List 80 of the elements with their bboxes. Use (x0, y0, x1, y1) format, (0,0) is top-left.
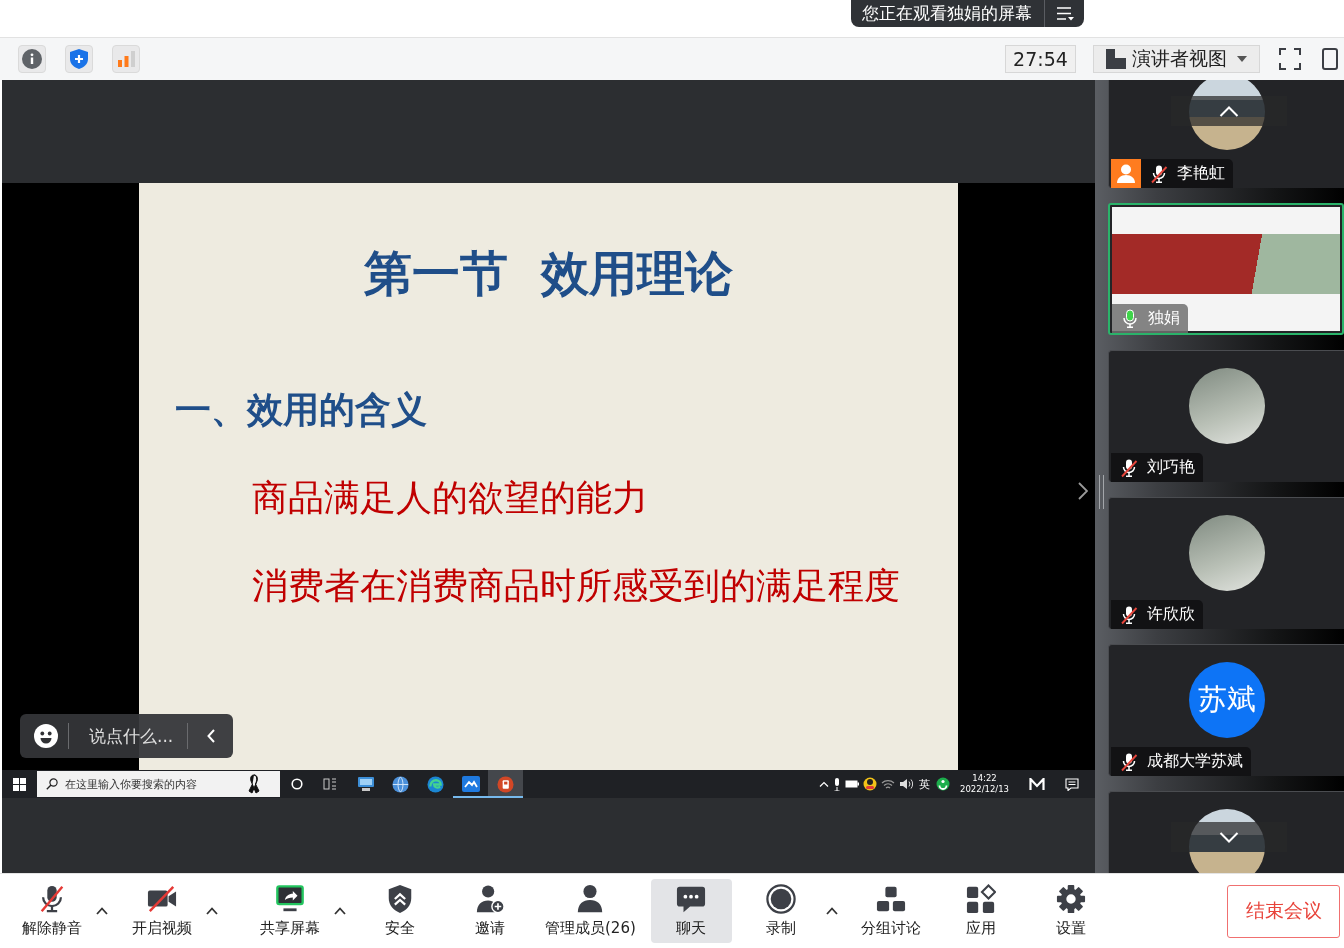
screen-share-icon (274, 884, 305, 914)
signal-bars-icon (117, 51, 135, 67)
four-squares-icon (13, 777, 26, 791)
apps-grid-icon (966, 884, 997, 914)
add-person-icon (474, 884, 505, 914)
taskbar-search-field[interactable]: 在这里输入你要搜索的内容 (37, 771, 280, 797)
info-icon (22, 49, 42, 69)
crossed-camera-icon (146, 884, 177, 914)
start-video-button[interactable]: 开启视频 (121, 879, 202, 943)
wave-tile-icon (461, 776, 480, 792)
ribbon-icon (248, 774, 260, 794)
participant-name: 独娟 (1148, 308, 1180, 329)
chevron-up-icon (1219, 105, 1239, 117)
info-button[interactable] (18, 45, 46, 73)
slide-bullet: 消费者在消费商品时所感受到的满足程度 (252, 564, 901, 608)
window-icon (1322, 48, 1338, 70)
security-button[interactable]: 安全 (359, 879, 440, 943)
chevron-up-icon[interactable] (819, 781, 829, 787)
presentation-icon (497, 775, 514, 793)
share-status-text: 您正在观看独娟的屏幕 (862, 2, 1032, 25)
search-icon (46, 778, 58, 790)
taskbar-time: 14:22 (972, 773, 997, 784)
input-method-indicator[interactable]: 英 (917, 776, 932, 792)
tray-app-icon[interactable] (863, 777, 877, 791)
apps-button[interactable]: 应用 (940, 879, 1022, 943)
task-view-icon (322, 778, 337, 790)
slide-heading: 一、效用的含义 (175, 388, 428, 432)
mic-icon[interactable] (833, 777, 841, 791)
circle-icon (290, 778, 303, 790)
caret-up-icon (96, 907, 108, 915)
security-status-button[interactable] (65, 45, 93, 73)
end-meeting-button[interactable]: 结束会议 (1227, 884, 1340, 938)
taskbar-app-button[interactable] (488, 770, 523, 798)
globe-icon (392, 775, 409, 793)
caret-up-icon (334, 907, 346, 915)
smiley-icon (34, 724, 58, 748)
manage-members-button[interactable]: 管理成员(26) (539, 879, 642, 943)
collapse-panel-button[interactable] (1076, 480, 1090, 502)
device-icon[interactable] (845, 780, 859, 788)
record-button[interactable]: 录制 (740, 879, 822, 943)
chat-input-field[interactable]: 说点什么... (68, 723, 189, 749)
splitter-handle[interactable] (1099, 475, 1104, 509)
breakout-rooms-button[interactable]: 分组讨论 (850, 879, 932, 943)
avatar-initials: 苏斌 (1188, 662, 1265, 738)
view-dropdown[interactable]: 演讲者视图 (1093, 45, 1260, 73)
slide-bullet: 商品满足人的欲望的能力 (252, 476, 649, 520)
share-screen-button[interactable]: 共享屏幕 (249, 879, 330, 943)
participant-name: 刘巧艳 (1147, 457, 1195, 478)
caret-down-icon (1237, 56, 1247, 62)
emoji-button[interactable] (34, 724, 58, 748)
chat-bubble-icon (676, 884, 707, 914)
tray-app-icon[interactable] (936, 777, 950, 791)
chat-button[interactable]: 聊天 (650, 879, 732, 943)
record-icon (766, 884, 797, 914)
participant-name: 李艳虹 (1177, 163, 1225, 184)
meeting-timer: 27:54 (1005, 45, 1076, 73)
unmute-button[interactable]: 解除静音 (11, 879, 92, 943)
settings-icon (1056, 884, 1087, 914)
menu-icon (1055, 6, 1074, 21)
chevron-right-icon (1078, 482, 1088, 500)
monitor-icon (356, 776, 375, 792)
speaker-icon[interactable] (899, 778, 913, 790)
participant-name: 许欣欣 (1147, 604, 1195, 625)
chevron-left-icon (206, 729, 215, 743)
wifi-icon[interactable] (881, 778, 895, 790)
slide-title: 第一节 效用理论 (362, 245, 735, 301)
fullscreen-icon (1279, 48, 1301, 70)
layout-icon (1106, 49, 1126, 69)
chevron-down-icon (1219, 831, 1239, 843)
notification-icon[interactable] (1065, 777, 1079, 791)
invite-button[interactable]: 邀请 (449, 879, 530, 943)
three-squares-icon (876, 884, 907, 914)
shield-plus-icon (70, 49, 88, 69)
taskbar-date: 2022/12/13 (960, 784, 1009, 795)
zigzag-icon[interactable] (1029, 778, 1045, 790)
settings-button[interactable]: 设置 (1030, 879, 1112, 943)
caret-up-icon (206, 907, 218, 915)
participant-name: 成都大学苏斌 (1147, 751, 1243, 772)
caret-up-icon (825, 907, 838, 915)
browser-icon (427, 775, 444, 793)
